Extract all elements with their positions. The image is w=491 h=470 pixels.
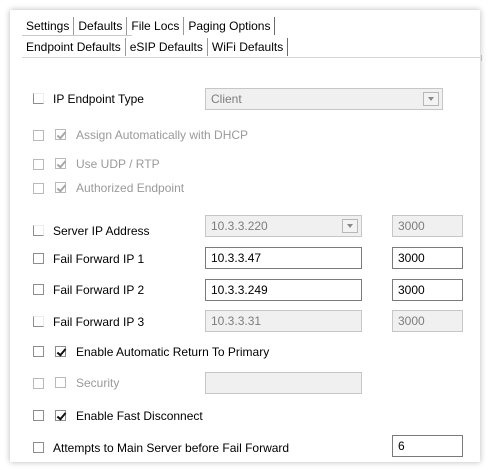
authorized-endpoint-checkbox[interactable]	[55, 182, 66, 193]
tab-file-locs[interactable]: File Locs	[127, 17, 185, 35]
use-udp-rtp-override-checkbox[interactable]	[33, 159, 44, 170]
attempts-field[interactable]: 6	[392, 435, 463, 457]
fast-disconnect-label: Enable Fast Disconnect	[76, 409, 203, 423]
authorized-endpoint-label: Authorized Endpoint	[76, 181, 185, 195]
tab-row-bottom: Endpoint Defaults eSIP Defaults WiFi Defau…	[22, 38, 289, 56]
fail-forward-ip-1-label: Fail Forward IP 1	[53, 252, 145, 266]
ip-endpoint-type-override-checkbox[interactable]	[33, 93, 44, 104]
security-override-checkbox[interactable]	[33, 378, 44, 389]
assign-dhcp-override-checkbox[interactable]	[33, 130, 44, 141]
tab-defaults[interactable]: Defaults	[74, 17, 128, 35]
fail-forward-ip-1-field[interactable]: 10.3.3.47	[205, 247, 362, 269]
fail-forward-ip-1-checkbox[interactable]	[33, 253, 44, 264]
fast-disconnect-checkbox[interactable]	[55, 410, 66, 421]
ip-endpoint-type-label: IP Endpoint Type	[53, 92, 144, 106]
attempts-override-checkbox[interactable]	[33, 442, 44, 453]
fast-disconnect-override-checkbox[interactable]	[33, 410, 44, 421]
ip-endpoint-type-select[interactable]: Client	[205, 88, 443, 110]
fail-forward-ip-3-label: Fail Forward IP 3	[53, 315, 145, 329]
fail-forward-ip-2-checkbox[interactable]	[33, 284, 44, 295]
tab-settings[interactable]: Settings	[22, 17, 75, 35]
assign-dhcp-label: Assign Automatically with DHCP	[76, 128, 249, 142]
tab-paging-options[interactable]: Paging Options	[184, 17, 276, 35]
tab-esip-defaults[interactable]: eSIP Defaults	[126, 38, 208, 56]
auto-return-override-checkbox[interactable]	[33, 346, 44, 357]
tab-endpoint-defaults[interactable]: Endpoint Defaults	[22, 38, 126, 56]
auto-return-label: Enable Automatic Return To Primary	[76, 345, 270, 359]
tab-divider	[22, 35, 132, 36]
authorized-endpoint-override-checkbox[interactable]	[33, 183, 44, 194]
fail-forward-ip-2-field[interactable]: 10.3.3.249	[205, 279, 362, 301]
fail-forward-ip-3-override-checkbox[interactable]	[33, 316, 44, 327]
fail-forward-ip-3-field[interactable]: 10.3.3.31	[205, 310, 362, 332]
ip-endpoint-type-value: Client	[211, 92, 242, 106]
tab-row-top: Settings Defaults File Locs Paging Options	[22, 17, 276, 35]
fail-forward-ip-1-port-field[interactable]: 3000	[392, 247, 463, 269]
tab-wifi-defaults[interactable]: WiFi Defaults	[208, 38, 289, 56]
security-checkbox[interactable]	[55, 377, 66, 388]
use-udp-rtp-checkbox[interactable]	[55, 158, 66, 169]
auto-return-checkbox[interactable]	[55, 346, 66, 357]
fail-forward-ip-2-label: Fail Forward IP 2	[53, 283, 145, 297]
server-ip-value: 10.3.3.220	[211, 219, 268, 233]
server-ip-port-field[interactable]: 3000	[392, 215, 463, 237]
assign-dhcp-checkbox[interactable]	[55, 129, 66, 140]
use-udp-rtp-label: Use UDP / RTP	[76, 157, 160, 171]
server-ip-label: Server IP Address	[53, 224, 150, 238]
security-label: Security	[76, 376, 120, 390]
attempts-label: Attempts to Main Server before Fail Forw…	[53, 441, 290, 455]
security-field[interactable]	[205, 372, 362, 394]
panel-edge	[481, 55, 482, 61]
chevron-down-icon[interactable]	[342, 219, 358, 233]
fail-forward-ip-3-port-field[interactable]: 3000	[392, 310, 463, 332]
server-ip-override-checkbox[interactable]	[33, 225, 44, 236]
server-ip-select[interactable]: 10.3.3.220	[205, 215, 362, 237]
chevron-down-icon[interactable]	[423, 92, 439, 106]
fail-forward-ip-2-port-field[interactable]: 3000	[392, 279, 463, 301]
